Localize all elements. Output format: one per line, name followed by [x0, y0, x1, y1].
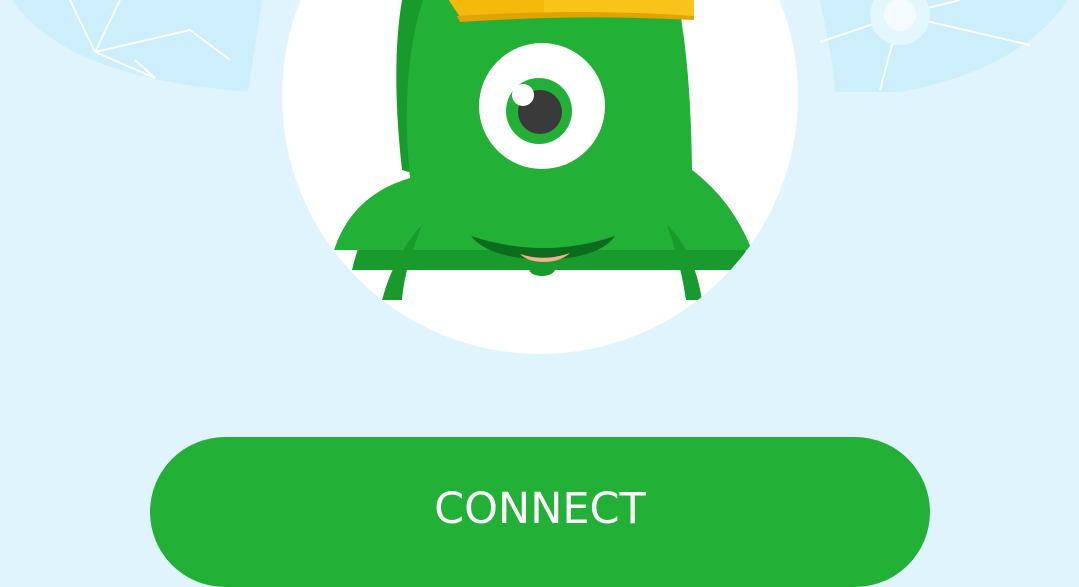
mascot-avatar	[282, 0, 798, 354]
connect-button[interactable]: CONNECT	[150, 437, 930, 587]
green-one-eyed-monster-icon	[282, 0, 798, 354]
connect-button-label: CONNECT	[434, 484, 646, 534]
